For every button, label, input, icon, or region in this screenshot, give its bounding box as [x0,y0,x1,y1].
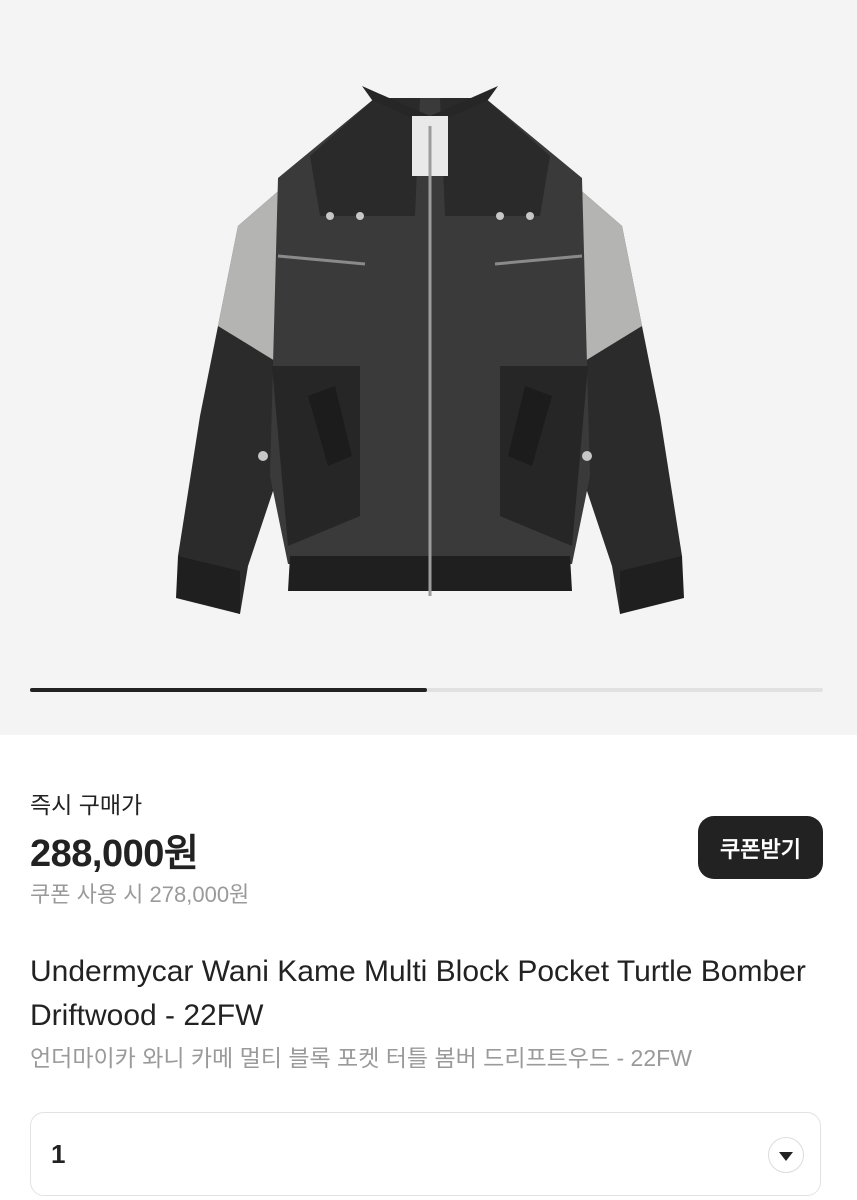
gallery-progress-fill [30,688,427,692]
chevron-down-icon[interactable] [768,1137,804,1173]
get-coupon-button[interactable]: 쿠폰받기 [698,816,823,879]
product-gallery[interactable] [0,0,857,735]
product-image[interactable] [160,86,700,626]
gallery-progress-track [30,688,823,692]
product-title-en: Undermycar Wani Kame Multi Block Pocket … [30,955,806,1032]
coupon-price: 쿠폰 사용 시 278,000원 [30,882,250,907]
product-title-ko: 언더마이카 와니 카메 멀티 블록 포켓 터틀 봄버 드리프트우드 - 22FW [30,1045,692,1071]
instant-buy-price-label: 즉시 구매가 [30,792,143,818]
quantity-value: 1 [51,1139,66,1169]
price: 288,000원 [30,833,199,875]
quantity-select[interactable]: 1 [30,1112,821,1196]
